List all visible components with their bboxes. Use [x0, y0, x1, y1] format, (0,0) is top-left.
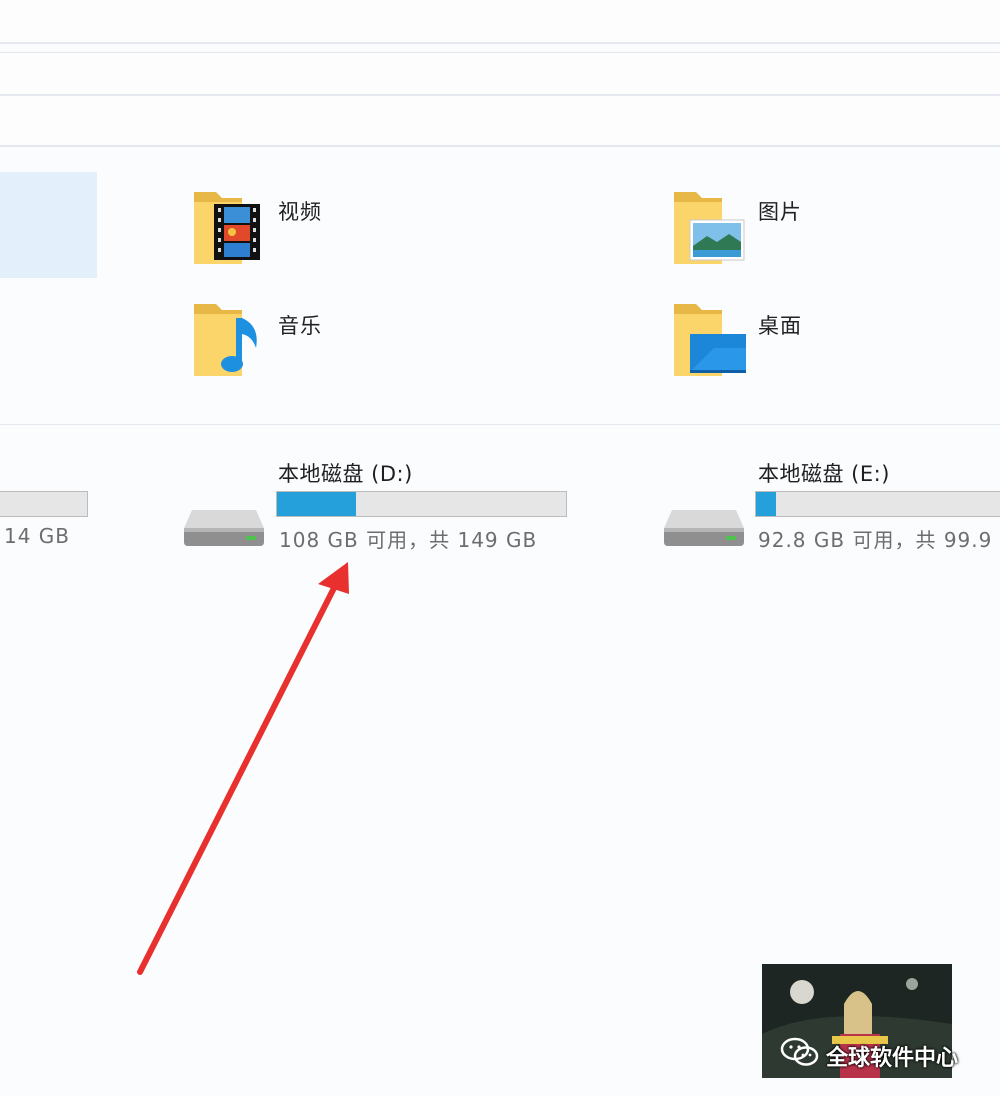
annotation-arrow [137, 562, 349, 975]
watermark-text: 全球软件中心 [826, 1046, 959, 1071]
wechat-icon [780, 1037, 819, 1066]
